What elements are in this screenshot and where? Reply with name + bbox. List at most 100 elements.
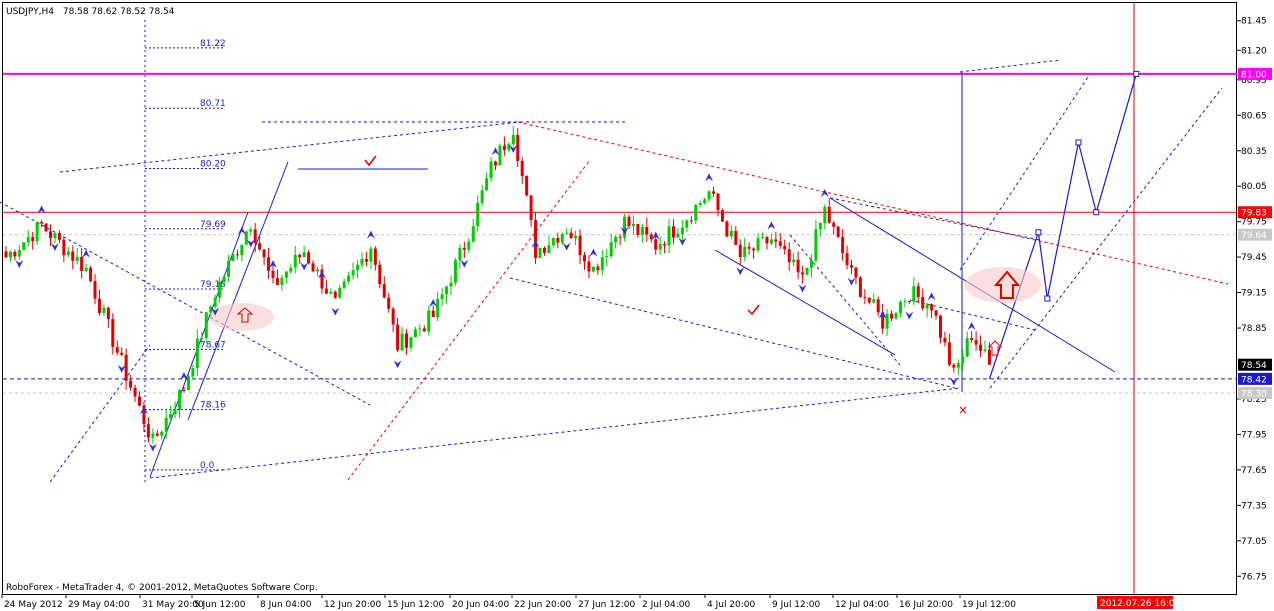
candle-body [520, 160, 524, 177]
candle-body [102, 307, 106, 313]
candle-body [502, 145, 506, 150]
candle-body [413, 329, 417, 338]
candle-body [271, 270, 275, 279]
candle-body [640, 227, 644, 235]
candle-body [979, 344, 983, 351]
fib-label: 79.69 [200, 220, 226, 230]
candle-body [658, 244, 662, 250]
candle-body [898, 301, 902, 314]
price-chart[interactable]: 81.22 80.71 80.20 79.69 79.18 78.67 78.16 0.0 ×… [0, 0, 1274, 611]
candle-body [876, 299, 880, 313]
candle-body [485, 178, 489, 191]
candle-body [71, 251, 75, 261]
ohlc-values: 78.58 78.62 78.52 78.54 [63, 7, 175, 17]
candle-body [449, 282, 453, 287]
candle-body [373, 248, 377, 265]
candle-body [418, 328, 422, 330]
candle-body [489, 161, 493, 179]
candle-body [494, 161, 497, 166]
candle-body [26, 237, 30, 243]
candle-body [476, 202, 480, 227]
price-tag-label: 79.64 [1241, 231, 1267, 241]
candle-body [930, 304, 934, 311]
candle-body [427, 310, 431, 332]
candle-body [516, 135, 520, 161]
candle-body [284, 271, 288, 278]
candle-body [138, 396, 141, 406]
candle-body [894, 313, 898, 319]
candle-body [832, 222, 836, 227]
candle-body [970, 338, 974, 341]
x-tick-label: 4 Jul 20:00 [707, 600, 756, 610]
candle-body [725, 221, 729, 237]
candle-body [867, 297, 871, 303]
x-tick-label: 8 Jun 04:00 [260, 600, 312, 610]
y-tick-label: 77.05 [1241, 537, 1267, 547]
fib-label: 79.18 [200, 280, 226, 290]
cross-marker-icon: × [958, 403, 968, 417]
candle-body [218, 281, 222, 298]
y-tick-label: 78.85 [1241, 324, 1267, 334]
y-tick-label: 79.45 [1241, 253, 1267, 263]
candle-body [106, 307, 110, 320]
candle-body [939, 315, 942, 338]
date-tag-label: 2012.07.26 16:00 [1100, 599, 1181, 609]
candle-body [431, 310, 435, 318]
candle-body [235, 254, 239, 256]
candle-body [80, 256, 84, 272]
candle-body [738, 244, 742, 258]
candle-body [467, 241, 471, 250]
candle-body [854, 267, 858, 278]
candle-body [569, 232, 573, 239]
candle-body [289, 267, 293, 272]
candle-body [716, 193, 720, 211]
x-tick-label: 24 May 2012 [4, 600, 63, 610]
candle-body [204, 312, 208, 339]
candle-body [471, 226, 475, 242]
chart-header: USDJPY,H4 78.58 78.62 78.52 78.54 [6, 7, 175, 17]
candle-body [356, 264, 360, 271]
candle-body [720, 210, 724, 222]
candle-body [253, 229, 257, 244]
x-tick-label: 12 Jun 20:00 [324, 600, 381, 610]
candle-body [698, 203, 702, 205]
candle-body [578, 235, 582, 256]
fib-label: 81.22 [200, 39, 226, 49]
candle-body [542, 247, 546, 253]
candle-body [885, 313, 889, 329]
symbol-label: USDJPY,H4 [6, 7, 54, 17]
candle-body [44, 223, 48, 232]
candle-body [111, 319, 115, 348]
candle-body [694, 204, 698, 221]
y-tick-label: 79.75 [1241, 218, 1267, 228]
candle-body [538, 247, 542, 258]
candle-body [75, 256, 79, 261]
candle-body [120, 352, 124, 355]
candle-body [151, 433, 155, 438]
fib-label: 78.67 [200, 340, 226, 350]
candle-body [62, 239, 66, 256]
candle-body [587, 261, 591, 272]
candle-body [565, 232, 569, 234]
candle-body [965, 338, 969, 357]
candle-body [231, 254, 235, 262]
candle-body [31, 237, 35, 242]
candle-body [890, 313, 894, 319]
y-tick-label: 77.65 [1241, 466, 1267, 476]
candle-body [293, 254, 297, 268]
copyright-text: RoboForex - MetaTrader 4, © 2001-2012, M… [6, 583, 318, 593]
candle-body [734, 231, 738, 245]
candle-body [836, 226, 840, 238]
candle-body [280, 277, 284, 285]
candle-body [35, 222, 39, 242]
candle-body [227, 261, 230, 277]
candle-body [382, 284, 386, 298]
candle-body [391, 308, 395, 325]
candle-body [943, 337, 947, 343]
candle-body [845, 253, 849, 266]
price-tag-label: 78.54 [1241, 361, 1267, 371]
x-tick-label: 16 Jul 20:00 [899, 600, 953, 610]
candle-body [605, 256, 609, 258]
candle-body [329, 291, 333, 294]
fib-label: 80.71 [200, 99, 226, 109]
